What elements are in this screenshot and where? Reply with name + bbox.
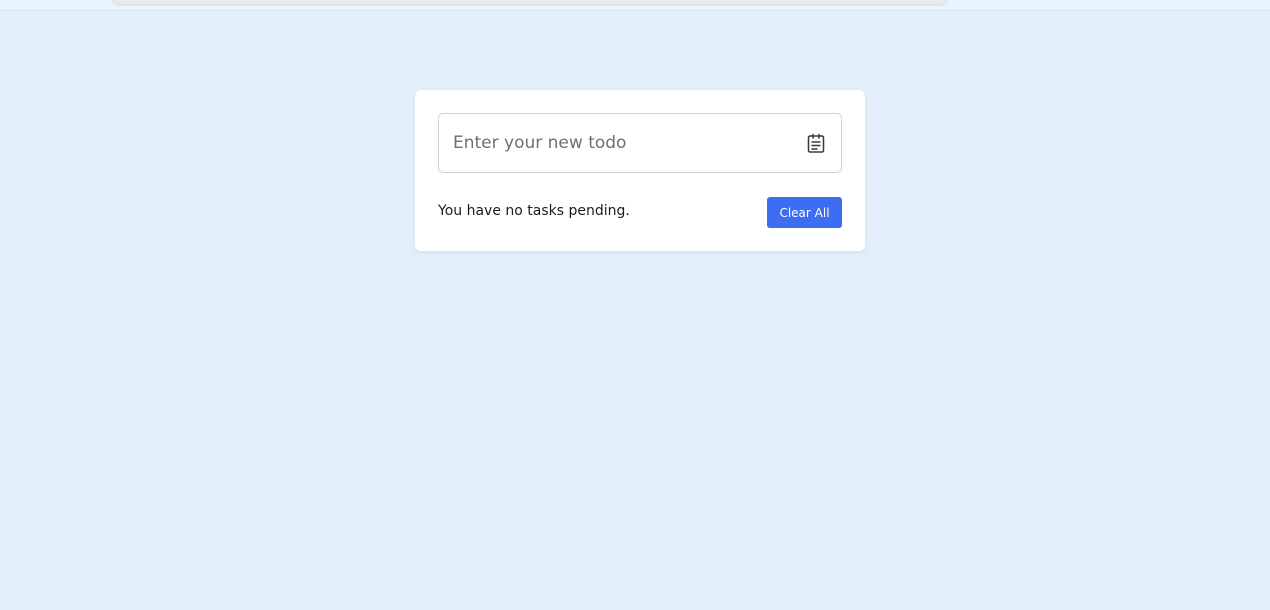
todo-input-wrapper (438, 113, 842, 173)
clear-all-button[interactable]: Clear All (767, 197, 842, 228)
clipboard-icon[interactable] (805, 132, 827, 154)
todo-card: You have no tasks pending. Clear All (415, 90, 865, 251)
top-bar-pill (112, 0, 948, 4)
new-todo-input[interactable] (439, 114, 799, 172)
pending-tasks-message: You have no tasks pending. (438, 203, 630, 219)
browser-top-strip (0, 0, 1270, 11)
todo-footer: You have no tasks pending. Clear All (438, 197, 842, 228)
